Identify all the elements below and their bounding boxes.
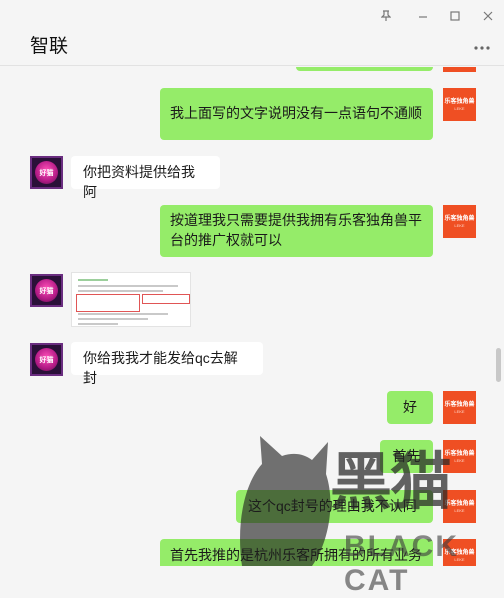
scrollbar-thumb[interactable] (496, 348, 501, 382)
message-bubble[interactable]: 按道理我只需要提供我拥有乐客独角兽平台的推广权就可以 (160, 205, 433, 257)
message-bubble[interactable]: 你把资料提供给我阿 (71, 156, 220, 200)
my-avatar[interactable]: 乐客独角兽 LEKE (443, 205, 476, 238)
pin-icon[interactable] (380, 10, 392, 25)
watermark-en: BLACK CAT (344, 530, 459, 597)
chat-title: 智联 (30, 36, 69, 57)
contact-avatar[interactable]: 好猫 (30, 274, 63, 307)
my-avatar[interactable]: 乐客独角兽 LEKE (443, 88, 476, 121)
close-icon[interactable] (483, 10, 493, 25)
my-avatar[interactable] (443, 67, 476, 72)
message-bubble[interactable]: 好 (387, 391, 433, 424)
minimize-icon[interactable] (418, 10, 428, 25)
image-message[interactable] (71, 272, 191, 327)
chat-header: 智联 (0, 0, 504, 66)
cat-watermark-icon (240, 436, 331, 566)
message-bubble-partial[interactable] (296, 67, 433, 71)
contact-avatar[interactable]: 好猫 (30, 343, 63, 376)
watermark-cn: 黑猫 (330, 448, 452, 517)
contact-avatar[interactable]: 好猫 (30, 156, 63, 189)
more-dots-icon[interactable] (473, 38, 491, 56)
message-bubble[interactable]: 我上面写的文字说明没有一点语句不通顺 (160, 88, 433, 140)
message-bubble[interactable]: 你给我我才能发给qc去解封 (71, 342, 263, 386)
maximize-icon[interactable] (450, 10, 460, 25)
my-avatar[interactable]: 乐客独角兽 LEKE (443, 391, 476, 424)
